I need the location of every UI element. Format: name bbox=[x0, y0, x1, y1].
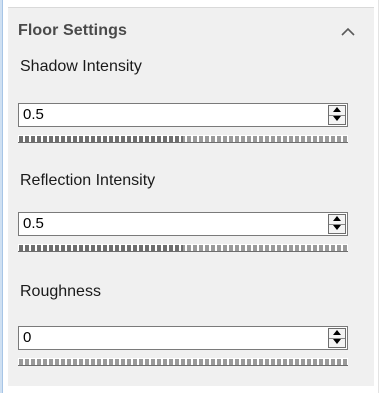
right-scroll-edge bbox=[378, 0, 386, 393]
roughness-spinner[interactable] bbox=[328, 328, 346, 348]
shadow-intensity-label: Shadow Intensity bbox=[20, 58, 142, 75]
roughness-slider[interactable] bbox=[18, 358, 348, 366]
shadow-intensity-decrement-button[interactable] bbox=[329, 115, 345, 124]
roughness-label: Roughness bbox=[20, 283, 101, 300]
triangle-down-icon bbox=[333, 116, 341, 121]
roughness-field[interactable] bbox=[18, 326, 348, 350]
section-title: Floor Settings bbox=[18, 22, 127, 39]
shadow-intensity-slider-fill bbox=[18, 136, 183, 142]
triangle-down-icon bbox=[333, 225, 341, 230]
triangle-up-icon bbox=[333, 216, 341, 221]
shadow-intensity-spinner[interactable] bbox=[328, 105, 346, 125]
reflection-intensity-decrement-button[interactable] bbox=[329, 224, 345, 233]
shadow-intensity-input[interactable] bbox=[23, 105, 313, 125]
roughness-input[interactable] bbox=[23, 328, 313, 348]
reflection-intensity-slider-fill bbox=[18, 245, 183, 251]
roughness-decrement-button[interactable] bbox=[329, 338, 345, 347]
reflection-intensity-spinner[interactable] bbox=[328, 214, 346, 234]
top-divider bbox=[8, 0, 374, 8]
triangle-down-icon bbox=[333, 339, 341, 344]
chevron-up-icon bbox=[341, 27, 355, 36]
triangle-up-icon bbox=[333, 107, 341, 112]
shadow-intensity-field[interactable] bbox=[18, 103, 348, 127]
triangle-up-icon bbox=[333, 330, 341, 335]
shadow-intensity-slider[interactable] bbox=[18, 135, 348, 143]
reflection-intensity-slider[interactable] bbox=[18, 244, 348, 252]
left-edge-line bbox=[2, 0, 3, 393]
collapse-button[interactable] bbox=[338, 24, 358, 40]
reflection-intensity-label: Reflection Intensity bbox=[20, 172, 156, 189]
reflection-intensity-field[interactable] bbox=[18, 212, 348, 236]
reflection-intensity-input[interactable] bbox=[23, 214, 313, 234]
